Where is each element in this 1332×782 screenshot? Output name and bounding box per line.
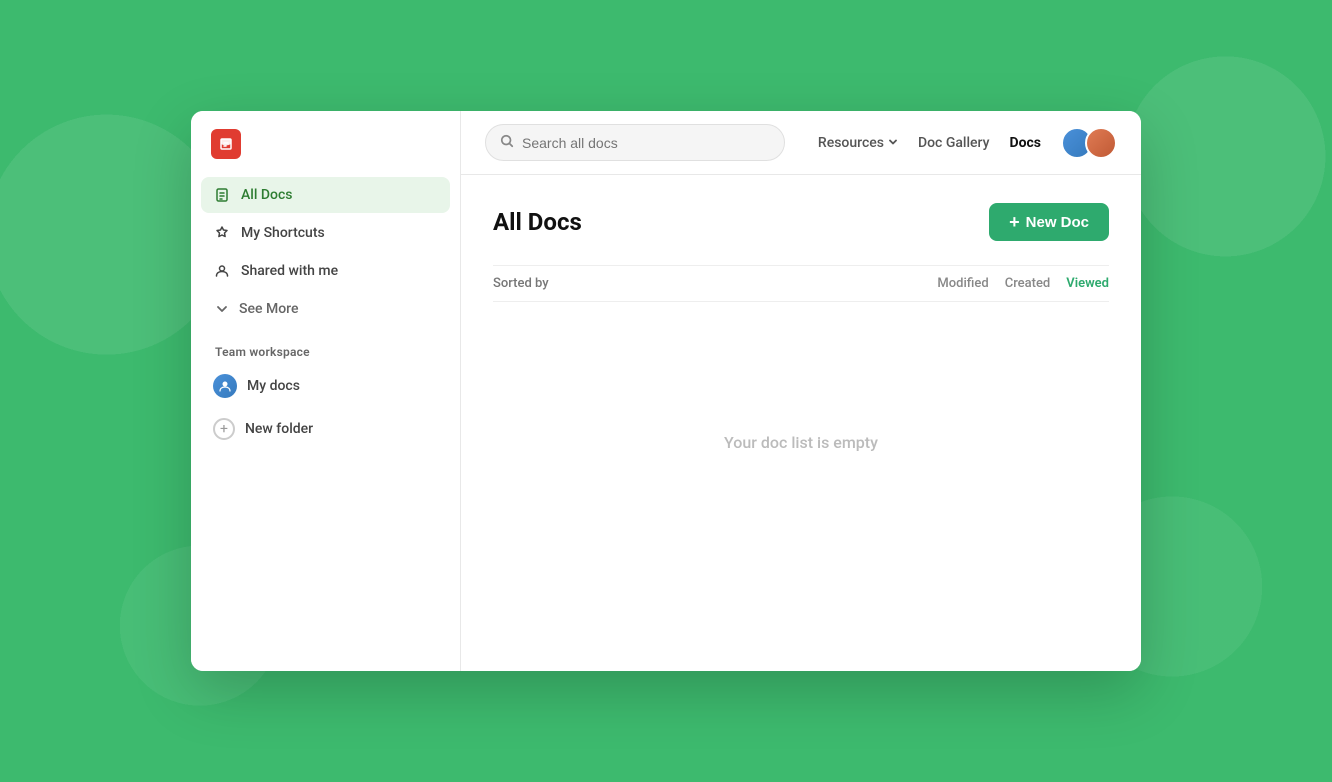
- sort-viewed[interactable]: Viewed: [1066, 276, 1109, 291]
- my-docs-label: My docs: [247, 378, 300, 394]
- resources-chevron-icon: [888, 135, 898, 151]
- sorted-by-label: Sorted by: [493, 276, 549, 291]
- empty-state-text: Your doc list is empty: [724, 433, 878, 452]
- resources-label: Resources: [818, 135, 884, 151]
- new-doc-button[interactable]: + New Doc: [989, 203, 1109, 241]
- new-folder-label: New folder: [245, 421, 313, 437]
- sidebar-item-all-docs[interactable]: All Docs: [201, 177, 450, 213]
- app-logo-icon[interactable]: [211, 129, 241, 159]
- sidebar-item-my-shortcuts-label: My Shortcuts: [241, 225, 325, 241]
- plus-icon: +: [213, 418, 235, 440]
- person-icon: [213, 262, 231, 280]
- page-title: All Docs: [493, 208, 582, 236]
- sidebar-nav: All Docs My Shortcuts: [191, 177, 460, 671]
- sidebar-item-all-docs-label: All Docs: [241, 187, 293, 203]
- empty-state: Your doc list is empty: [493, 302, 1109, 582]
- main-content: Resources Doc Gallery Docs: [461, 111, 1141, 671]
- sort-modified[interactable]: Modified: [937, 276, 988, 291]
- search-bar[interactable]: [485, 124, 785, 161]
- doc-icon: [213, 186, 231, 204]
- sidebar-item-my-shortcuts[interactable]: My Shortcuts: [201, 215, 450, 251]
- sidebar-item-new-folder[interactable]: + New folder: [201, 409, 450, 449]
- page-header: All Docs + New Doc: [493, 203, 1109, 241]
- star-icon: [213, 224, 231, 242]
- chevron-down-icon: [213, 300, 231, 318]
- resources-link[interactable]: Resources: [818, 135, 898, 151]
- sidebar-item-shared-with-me-label: Shared with me: [241, 263, 338, 279]
- sidebar: All Docs My Shortcuts: [191, 111, 461, 671]
- docs-link[interactable]: Docs: [1010, 135, 1042, 151]
- search-input[interactable]: [522, 135, 770, 151]
- plus-new-doc-icon: +: [1009, 213, 1020, 231]
- avatar-group: [1061, 127, 1117, 159]
- search-icon: [500, 133, 514, 152]
- sort-bar: Sorted by Modified Created Viewed: [493, 265, 1109, 302]
- workspace-avatar: [213, 374, 237, 398]
- new-doc-label: New Doc: [1026, 214, 1089, 231]
- workspace-section-label: Team workspace: [201, 329, 450, 365]
- sidebar-item-my-docs[interactable]: My docs: [201, 365, 450, 407]
- sidebar-item-shared-with-me[interactable]: Shared with me: [201, 253, 450, 289]
- topbar: Resources Doc Gallery Docs: [461, 111, 1141, 175]
- docs-label: Docs: [1010, 135, 1042, 151]
- sidebar-logo: [191, 111, 460, 177]
- doc-gallery-label: Doc Gallery: [918, 135, 990, 151]
- sort-options: Modified Created Viewed: [937, 276, 1109, 291]
- doc-gallery-link[interactable]: Doc Gallery: [918, 135, 990, 151]
- see-more-label: See More: [239, 301, 298, 317]
- sort-created[interactable]: Created: [1005, 276, 1051, 291]
- topbar-nav: Resources Doc Gallery Docs: [818, 127, 1117, 159]
- app-window: All Docs My Shortcuts: [191, 111, 1141, 671]
- page-body: All Docs + New Doc Sorted by Modified Cr…: [461, 175, 1141, 671]
- sidebar-see-more[interactable]: See More: [201, 291, 450, 327]
- avatar-2: [1085, 127, 1117, 159]
